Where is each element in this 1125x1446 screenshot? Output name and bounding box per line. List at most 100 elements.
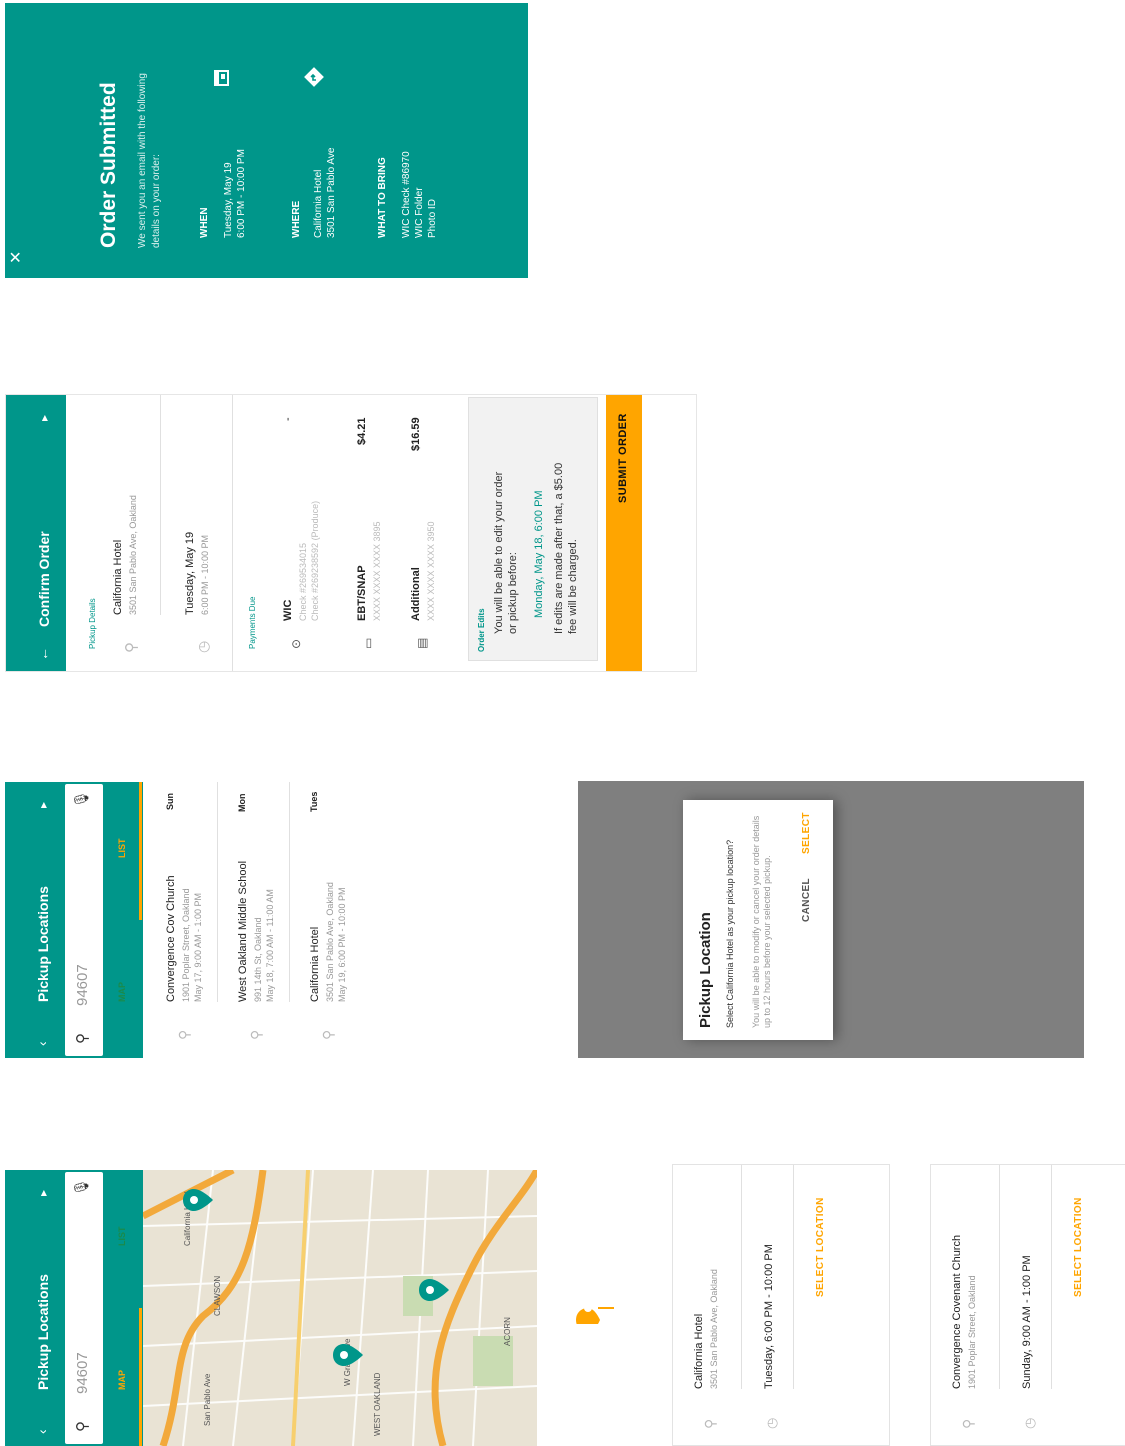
list-item-name[interactable]: West Oakland Middle School — [237, 861, 249, 1002]
search-box[interactable]: ⚲ 94607 🎙 — [65, 784, 103, 1056]
wic-check-1: Check #269534015 — [298, 542, 308, 621]
edits-fee-2: fee will be charged. — [567, 539, 579, 634]
bring-item-2: WIC Folder — [414, 187, 425, 238]
confirm-title: Confirm Order — [36, 531, 52, 627]
pickup-time: 6:00 PM - 10:00 PM — [200, 534, 210, 615]
divider — [289, 782, 290, 1002]
list-item-address: 1901 Poplar Street, Oakland — [181, 888, 191, 1002]
back-arrow-icon[interactable]: ‹ — [34, 1429, 50, 1434]
divider — [793, 1165, 794, 1389]
bring-item-3: Photo ID — [427, 199, 438, 238]
divider — [1051, 1165, 1052, 1389]
tab-indicator — [139, 1308, 142, 1446]
divider — [160, 395, 161, 615]
location-pin-icon: ⚲ — [176, 1029, 192, 1040]
clock-icon: ◷ — [195, 640, 211, 653]
select-location-button[interactable]: SELECT LOCATION — [1073, 1197, 1084, 1297]
list-item-day: Mon — [237, 793, 247, 813]
location-card[interactable]: ⚲ California Hotel 3501 San Pablo Ave, O… — [672, 1164, 890, 1446]
tab-list[interactable]: LIST — [117, 1227, 127, 1247]
bring-item-1: WIC Check #86970 — [401, 151, 412, 238]
map-pin-icon[interactable] — [183, 1189, 213, 1211]
back-arrow-icon[interactable]: ← — [35, 647, 51, 661]
when-date: Tuesday, May 19 — [223, 162, 234, 238]
tab-map[interactable]: MAP — [117, 982, 127, 1002]
additional-label: Additional — [410, 567, 422, 621]
search-input-value[interactable]: 94607 — [74, 1352, 91, 1394]
search-icon: ⚲ — [74, 1033, 91, 1044]
additional-amount: $16.59 — [410, 417, 422, 451]
clock-icon: ◷ — [764, 1417, 779, 1429]
clock-icon: ◷ — [1022, 1417, 1037, 1429]
list-item-day: Sun — [165, 793, 175, 810]
list-item-day: Tues — [309, 791, 319, 812]
pickup-location-dialog: Pickup Location Select California Hotel … — [683, 800, 833, 1040]
edits-text-1: You will be able to edit your order — [493, 471, 505, 634]
credit-card-icon: ▤ — [415, 637, 429, 649]
map-view[interactable]: San Pablo Ave W Grand Ave WEST OAKLAND C… — [143, 1170, 537, 1446]
list-item-name[interactable]: Convergence Cov Church — [165, 875, 177, 1002]
map-label: CLAWSON — [213, 1275, 222, 1316]
when-label: WHEN — [199, 207, 210, 238]
tab-map[interactable]: MAP — [117, 1370, 127, 1390]
confirm-toolbar: ← Confirm Order ▸ — [6, 395, 66, 671]
cart-icon[interactable]: ▸ — [37, 415, 51, 421]
location-pin-icon: ⚲ — [702, 1418, 718, 1429]
submitted-subtitle-1: We sent you an email with the following — [137, 73, 148, 248]
dialog-overlay: Pickup Location Select California Hotel … — [578, 781, 1084, 1058]
close-icon[interactable]: ✕ — [8, 251, 25, 264]
card-location-name: California Hotel — [693, 1313, 705, 1389]
wic-check-2: Check #269238592 (Produce) — [310, 500, 320, 621]
confirm-order-screen: ← Confirm Order ▸ Pickup Details ⚲ Calif… — [5, 394, 697, 672]
pickup-map-screen: ‹ Pickup Locations ▸ ⚲ 94607 🎙 MAP LIST … — [5, 1170, 537, 1446]
select-button[interactable]: SELECT — [801, 812, 812, 854]
calendar-icon — [211, 68, 231, 88]
search-box[interactable]: ⚲ 94607 🎙 — [65, 1172, 103, 1444]
pickup-list-screen: ‹ Pickup Locations ▸ ⚲ 94607 🎙 MAP LIST … — [5, 782, 365, 1058]
tab-list[interactable]: LIST — [117, 839, 127, 859]
cancel-button[interactable]: CANCEL — [801, 878, 812, 922]
select-location-button[interactable]: SELECT LOCATION — [815, 1197, 826, 1297]
payments-section-label: Payments Due — [248, 596, 257, 649]
list-item-name[interactable]: California Hotel — [309, 927, 321, 1002]
pickup-date: Tuesday, May 19 — [184, 531, 196, 615]
map-pin-icon[interactable] — [333, 1344, 363, 1366]
divider — [232, 395, 233, 671]
location-pin-icon: ⚲ — [248, 1029, 264, 1040]
bring-label: WHAT TO BRING — [377, 157, 388, 238]
map-pin-icon[interactable] — [419, 1279, 449, 1301]
list-item-time: May 18, 7:00 AM - 11:00 AM — [265, 889, 275, 1002]
edits-fee-1: If edits are made after that, a $5.00 — [553, 462, 565, 634]
edits-deadline: Monday, May 18, 6:00 PM — [533, 490, 545, 618]
selected-location-pin-icon — [576, 1296, 616, 1332]
cart-icon[interactable]: ▸ — [36, 1190, 50, 1196]
location-pin-icon: ⚲ — [960, 1418, 976, 1429]
list-item-time: May 17, 9:00 AM - 1:00 PM — [193, 892, 203, 1002]
map-header: ‹ Pickup Locations ▸ ⚲ 94607 🎙 MAP LIST — [5, 1170, 143, 1446]
list-header: ‹ Pickup Locations ▸ ⚲ 94607 🎙 MAP LIST — [5, 782, 143, 1058]
where-address: 3501 San Pablo Ave — [326, 147, 337, 238]
map-label: ACORN — [503, 1317, 512, 1346]
where-name: California Hotel — [313, 169, 324, 238]
map-label: WEST OAKLAND — [373, 1372, 382, 1436]
microphone-icon[interactable]: 🎙 — [73, 790, 89, 808]
order-submitted-screen: ✕ Order Submitted We sent you an email w… — [5, 3, 528, 278]
search-icon: ⚲ — [74, 1421, 91, 1432]
ebt-card-icon: ▭ — [361, 637, 375, 649]
back-arrow-icon[interactable]: ‹ — [34, 1041, 50, 1046]
ebt-label: EBT/SNAP — [356, 565, 368, 621]
search-input-value[interactable]: 94607 — [74, 964, 91, 1006]
microphone-icon[interactable]: 🎙 — [73, 1178, 89, 1196]
list-title: Pickup Locations — [35, 886, 51, 1002]
dialog-note: You will be able to modify or cancel you… — [751, 815, 772, 1028]
card-pickup-time: Tuesday, 6:00 PM - 10:00 PM — [763, 1244, 775, 1389]
submit-order-button[interactable]: SUBMIT ORDER — [606, 395, 642, 671]
pickup-location-address: 3501 San Pablo Ave, Oakland — [128, 495, 138, 615]
where-label: WHERE — [291, 200, 302, 238]
wic-amount: - — [282, 417, 294, 421]
list-item-address: 3501 San Pablo Ave, Oakland — [325, 882, 335, 1002]
submitted-subtitle-2: details on your order: — [151, 154, 162, 248]
list-item-address: 991 14th St, Oakland — [253, 917, 263, 1002]
cart-icon[interactable]: ▸ — [36, 802, 50, 808]
location-card[interactable]: ⚲ Convergence Covenant Church 1901 Popla… — [930, 1164, 1125, 1446]
